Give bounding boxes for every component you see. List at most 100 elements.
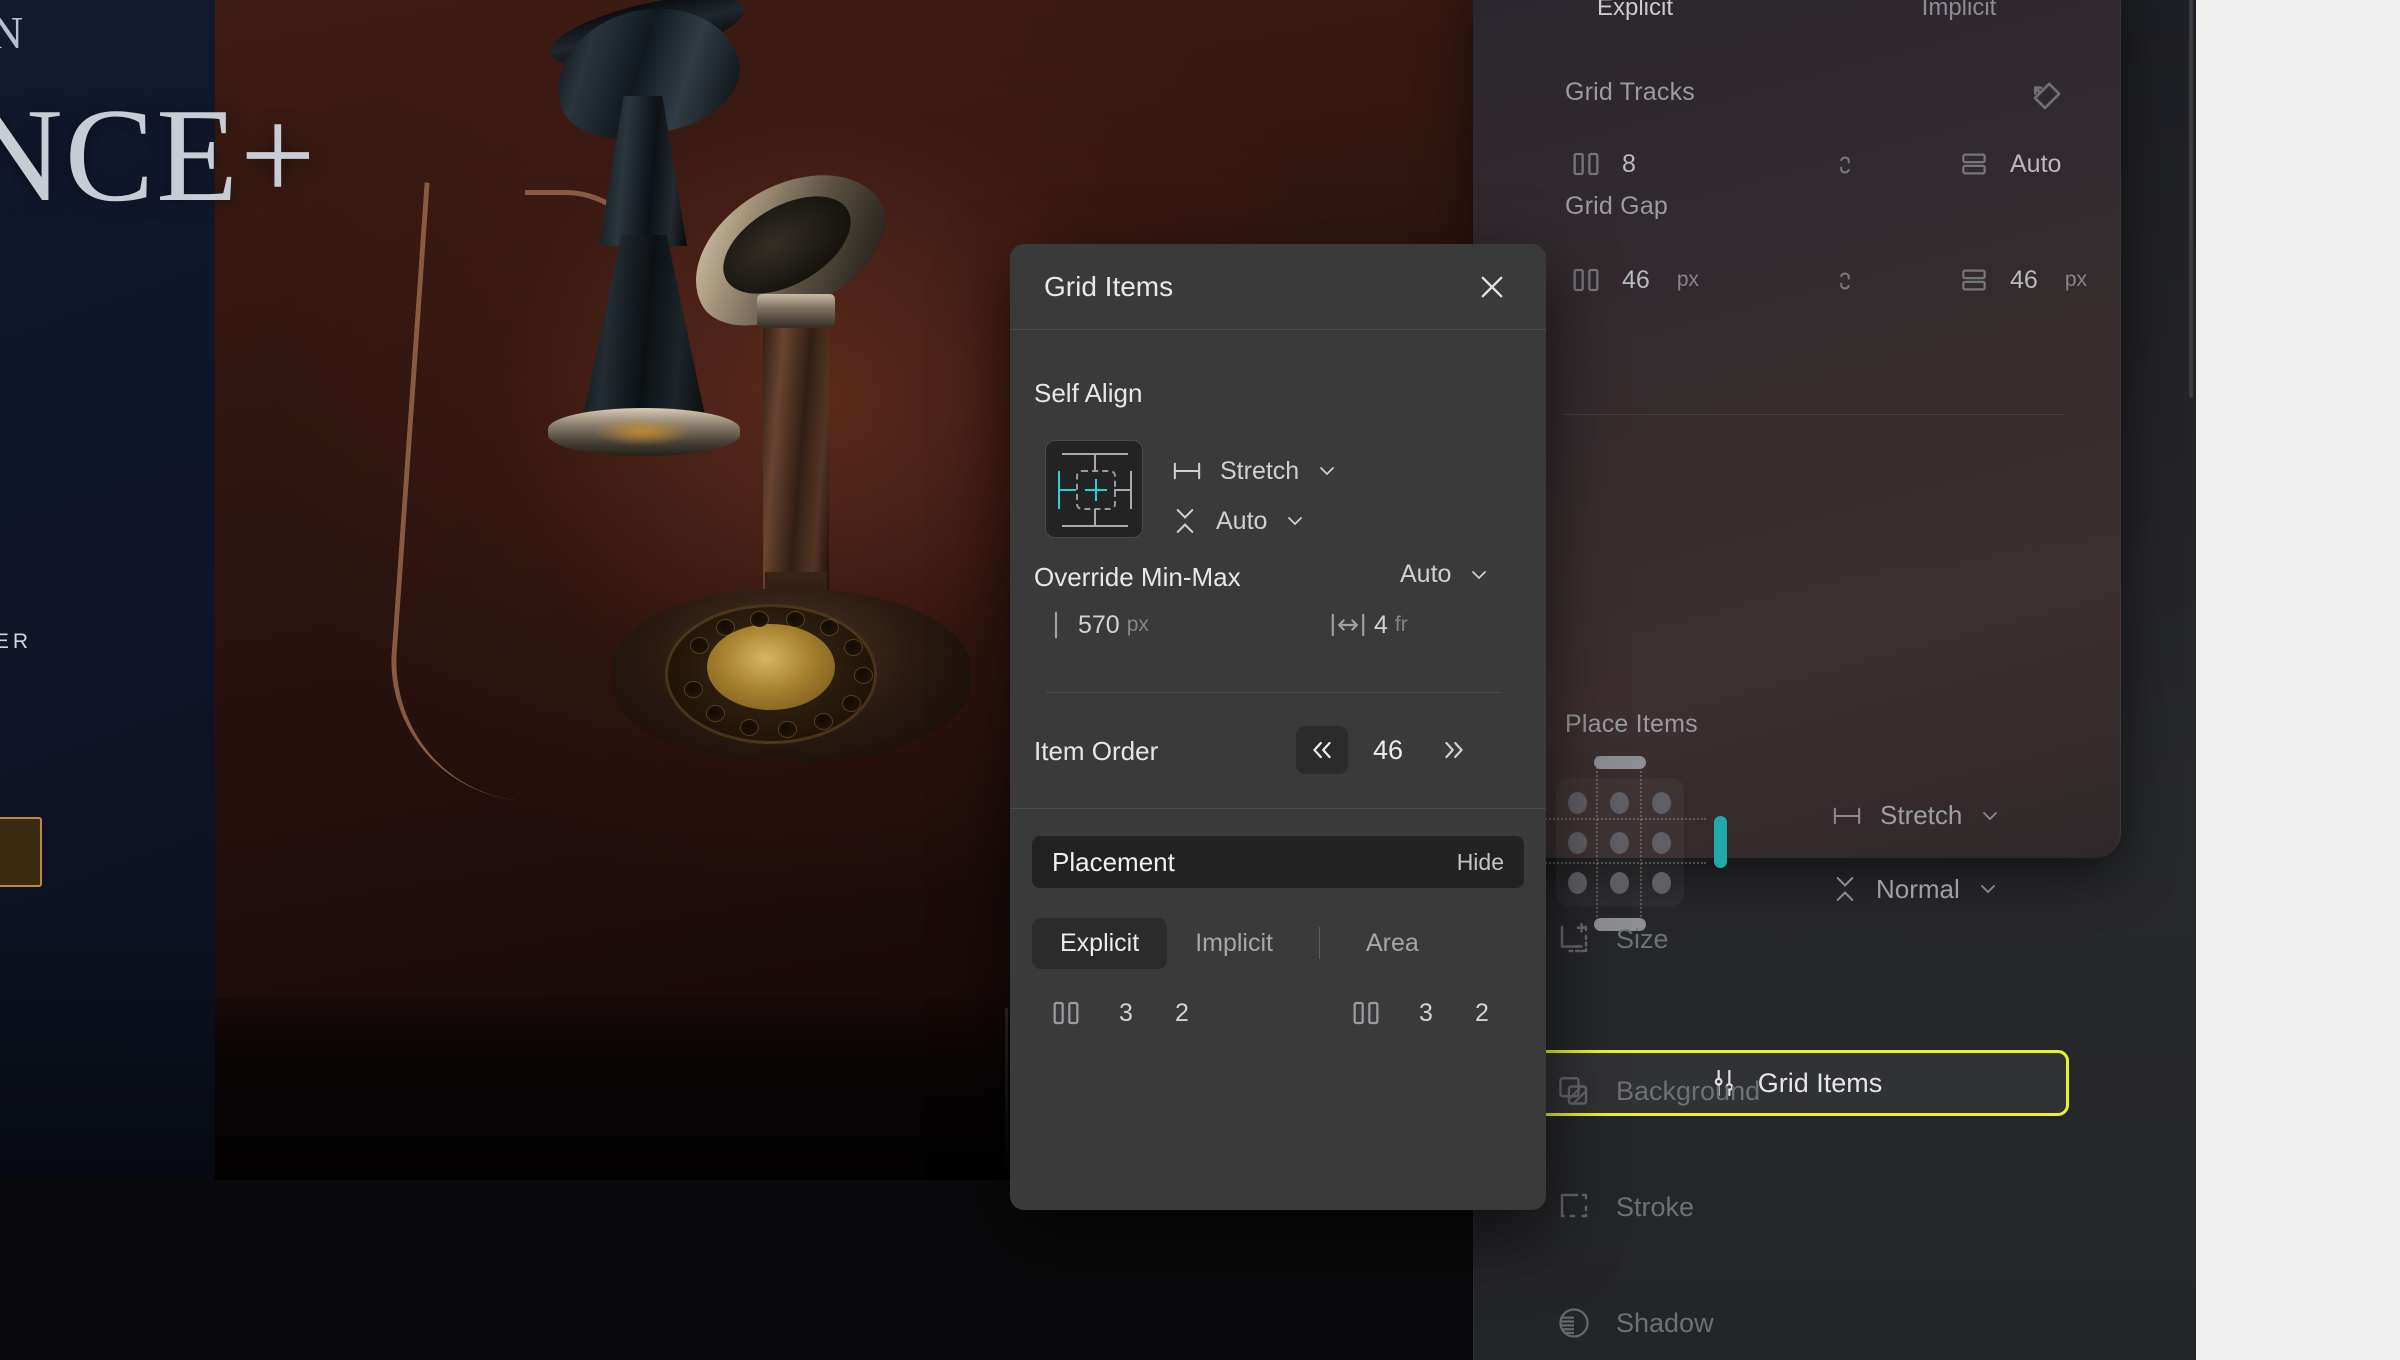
shadow-icon xyxy=(1556,1305,1592,1341)
grid-gap-row[interactable]: 46 px xyxy=(1958,264,2087,296)
self-align-justify-value: Stretch xyxy=(1220,456,1300,485)
vertical-align-icon xyxy=(1830,872,1860,906)
telephone-cone-glow xyxy=(595,418,691,446)
placement-column-field[interactable]: 3 2 xyxy=(1034,997,1278,1029)
columns-icon xyxy=(1570,264,1602,296)
rows-icon xyxy=(1958,148,1990,180)
self-align-justify-dropdown[interactable]: Stretch xyxy=(1170,456,1339,486)
item-order-stepper[interactable]: 46 xyxy=(1296,726,1480,774)
sidebar-divider xyxy=(1563,414,2063,415)
link-broken-icon[interactable] xyxy=(1830,266,1860,301)
sidebar-item-shadow[interactable]: Shadow xyxy=(1556,1294,1976,1352)
grid-gap-column[interactable]: 46 px xyxy=(1570,264,1699,296)
override-max-value: 4 xyxy=(1374,610,1388,639)
placement-tabs: Explicit Implicit Area xyxy=(1032,917,1524,969)
grid-tracks-columns[interactable]: 8 xyxy=(1570,148,1636,180)
placement-hide-toggle[interactable]: Hide xyxy=(1457,849,1504,876)
placement-tab-area[interactable]: Area xyxy=(1338,918,1447,969)
override-min-field[interactable]: 570 px xyxy=(1034,609,1278,641)
placement-row-start: 3 xyxy=(1419,998,1433,1027)
chevrons-left-icon[interactable] xyxy=(1296,726,1348,774)
chevrons-right-icon[interactable] xyxy=(1428,726,1480,774)
self-align-align-value: Auto xyxy=(1216,506,1268,535)
grid-gap-row-unit: px xyxy=(2064,268,2087,291)
sidebar-scrollbar[interactable] xyxy=(2189,0,2193,398)
sidebar-item-label: Shadow xyxy=(1616,1307,1714,1338)
place-items-right-handle[interactable] xyxy=(1714,816,1727,868)
grid-gap-column-unit: px xyxy=(1676,268,1699,291)
horizontal-align-icon xyxy=(1830,801,1864,831)
poster-navy-panel-lower xyxy=(0,938,215,1180)
place-items-justify-value: Stretch xyxy=(1880,800,1963,830)
sidebar-item-stroke[interactable]: Stroke xyxy=(1556,1178,1976,1236)
chevron-down-icon xyxy=(1283,509,1307,533)
placement-bar[interactable]: Placement Hide xyxy=(1032,836,1524,888)
sidebar-item-label: Size xyxy=(1616,923,1669,954)
sidebar-item-background[interactable]: Background xyxy=(1556,1062,1976,1120)
dialog-title: Grid Items xyxy=(1044,270,1174,302)
place-items-label: Place Items xyxy=(1565,710,1698,738)
placement-tab-separator xyxy=(1318,927,1320,959)
dialog-header: Grid Items xyxy=(1010,244,1546,330)
tab-implicit[interactable]: Implicit xyxy=(1797,0,2121,22)
tab-explicit[interactable]: Explicit xyxy=(1473,0,1797,22)
poster-title: NCE+ xyxy=(0,81,318,229)
placement-column-end: 2 xyxy=(1175,998,1189,1027)
telephone-illustration xyxy=(382,0,971,808)
grid-tracks-rows-value: Auto xyxy=(2010,149,2062,178)
columns-icon xyxy=(1034,997,1098,1029)
dialog-divider xyxy=(1010,808,1546,809)
poster-amber-chip[interactable] xyxy=(0,817,42,887)
self-align-preview[interactable] xyxy=(1045,440,1143,538)
grid-tracks-rows[interactable]: Auto xyxy=(1958,148,2061,180)
dialog-divider xyxy=(1046,692,1500,693)
stroke-icon xyxy=(1556,1189,1592,1225)
place-items-preview[interactable] xyxy=(1534,756,1706,928)
override-min-unit: px xyxy=(1126,613,1149,636)
horizontal-align-icon xyxy=(1170,456,1204,486)
columns-icon xyxy=(1334,997,1398,1029)
sidebar-item-label: Stroke xyxy=(1616,1191,1695,1222)
placement-row-field[interactable]: 3 2 xyxy=(1278,997,1522,1029)
override-minmax-label: Override Min-Max xyxy=(1034,562,1241,592)
item-order-value[interactable]: 46 xyxy=(1356,735,1420,766)
item-order-label: Item Order xyxy=(1034,736,1159,766)
tag-icon[interactable] xyxy=(2025,78,2065,123)
chevron-down-icon xyxy=(1978,804,2002,828)
placement-column-start: 3 xyxy=(1119,998,1133,1027)
place-items-top-handle[interactable] xyxy=(1594,756,1646,769)
sidebar-item-label: Background xyxy=(1616,1075,1761,1106)
background-icon xyxy=(1556,1073,1592,1109)
telephone-dial-face xyxy=(707,624,835,710)
link-broken-icon[interactable] xyxy=(1830,150,1860,185)
max-bound-icon xyxy=(1322,610,1374,640)
self-align-align-dropdown[interactable]: Auto xyxy=(1170,504,1307,538)
close-icon[interactable] xyxy=(1472,267,1512,307)
columns-icon xyxy=(1570,148,1602,180)
placement-tab-explicit[interactable]: Explicit xyxy=(1032,917,1168,969)
grid-items-dialog: Grid Items Self Align Stretch Auto Overr… xyxy=(1010,244,1546,1210)
placement-tab-implicit[interactable]: Implicit xyxy=(1167,918,1301,969)
place-items-justify-dropdown[interactable]: Stretch xyxy=(1830,800,2002,831)
override-min-value: 570 xyxy=(1078,610,1120,639)
sidebar-item-size[interactable]: Size xyxy=(1556,910,1976,968)
poster-subtitle: TER xyxy=(0,630,32,653)
self-align-label: Self Align xyxy=(1034,378,1143,408)
grid-tracks-label: Grid Tracks xyxy=(1565,78,1695,106)
vertical-align-icon xyxy=(1170,504,1200,538)
min-bound-icon xyxy=(1034,609,1078,641)
grid-tracks-columns-value: 8 xyxy=(1622,149,1636,178)
grid-mode-tabs[interactable]: Explicit Implicit xyxy=(1473,0,2121,30)
override-minmax-mode-dropdown[interactable]: Auto xyxy=(1400,560,1491,589)
size-icon xyxy=(1556,921,1592,957)
place-items-align-value: Normal xyxy=(1876,873,1960,904)
override-max-field[interactable]: 4 fr xyxy=(1278,610,1522,640)
place-items-align-dropdown[interactable]: Normal xyxy=(1830,872,2000,906)
grid-gap-row-value: 46 xyxy=(2010,265,2038,294)
grid-gap-column-value: 46 xyxy=(1622,265,1650,294)
chevron-down-icon xyxy=(1976,877,2000,901)
placement-row-end: 2 xyxy=(1475,998,1489,1027)
poster-title-small: N xyxy=(0,7,26,58)
chevron-down-icon xyxy=(1315,459,1339,483)
override-minmax-row: 570 px 4 fr xyxy=(1034,594,1522,656)
